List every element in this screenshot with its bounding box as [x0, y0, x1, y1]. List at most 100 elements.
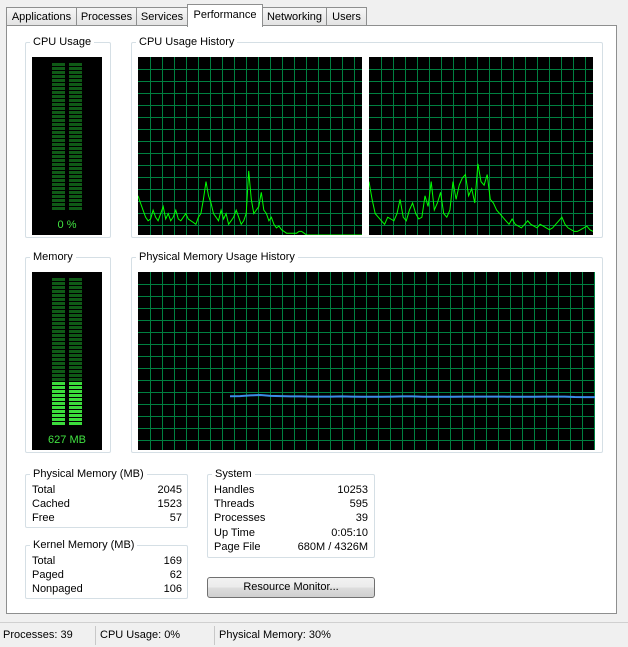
stat-value: 39 — [355, 512, 368, 524]
tab-performance[interactable]: Performance — [187, 4, 263, 27]
meter-segment-dim — [69, 75, 82, 78]
meter-segment-dim — [52, 195, 65, 198]
meter-segment-dim — [52, 310, 65, 313]
meter-segment-dim — [52, 175, 65, 178]
meter-segment-dim — [52, 139, 65, 142]
meter-segment-lit — [69, 394, 82, 397]
meter-segment-dim — [52, 99, 65, 102]
meter-segment-dim — [52, 322, 65, 325]
meter-segment-dim — [69, 370, 82, 373]
memory-history-graph — [138, 272, 595, 450]
meter-segment-dim — [69, 171, 82, 174]
meter-segment-dim — [52, 330, 65, 333]
stat-label: Free — [32, 512, 55, 524]
meter-segment-dim — [69, 147, 82, 150]
meter-segment-dim — [52, 370, 65, 373]
stat-label: Paged — [32, 569, 64, 581]
kernel-memory-nonpaged-row: Nonpaged 106 — [32, 582, 182, 596]
cpu-usage-title: CPU Usage — [30, 35, 95, 49]
meter-segment-dim — [69, 290, 82, 293]
meter-segment-dim — [69, 310, 82, 313]
meter-segment-lit — [52, 398, 65, 401]
meter-segment-dim — [52, 187, 65, 190]
meter-segment-dim — [52, 123, 65, 126]
meter-segment-dim — [69, 179, 82, 182]
stat-value: 169 — [163, 555, 182, 567]
meter-segment-dim — [52, 298, 65, 301]
meter-segment-lit — [52, 418, 65, 421]
kernel-memory-title: Kernel Memory (MB) — [30, 538, 138, 552]
meter-segment-lit — [69, 386, 82, 389]
stat-label: Processes — [214, 512, 266, 524]
meter-segment-dim — [69, 306, 82, 309]
stat-label: Total — [32, 555, 56, 567]
physical-memory-free-row: Free 57 — [32, 511, 182, 525]
tab-processes[interactable]: Processes — [76, 7, 137, 25]
meter-segment-dim — [52, 203, 65, 206]
meter-segment-lit — [69, 410, 82, 413]
cpu-history-graph-core1 — [138, 57, 362, 235]
meter-segment-dim — [69, 127, 82, 130]
stat-label: Handles — [214, 484, 255, 496]
meter-segment-dim — [69, 358, 82, 361]
tab-applications[interactable]: Applications — [6, 7, 77, 25]
meter-segment-dim — [69, 207, 82, 210]
meter-segment-dim — [52, 83, 65, 86]
meter-segment-dim — [69, 286, 82, 289]
meter-segment-dim — [52, 115, 65, 118]
meter-segment-dim — [69, 294, 82, 297]
meter-segment-dim — [52, 378, 65, 381]
meter-segment-dim — [52, 135, 65, 138]
meter-segment-dim — [52, 87, 65, 90]
meter-segment-dim — [69, 278, 82, 281]
resource-monitor-button[interactable]: Resource Monitor... — [207, 577, 375, 598]
meter-segment-dim — [52, 143, 65, 146]
meter-segment-dim — [69, 155, 82, 158]
meter-segment-dim — [52, 131, 65, 134]
physical-memory-group: Physical Memory (MB) Total 2045 Cached 1… — [25, 467, 188, 528]
meter-segment-dim — [69, 378, 82, 381]
meter-segment-dim — [69, 131, 82, 134]
meter-segment-dim — [69, 191, 82, 194]
meter-segment-dim — [52, 306, 65, 309]
meter-segment-dim — [52, 290, 65, 293]
system-handles-row: Handles 10253 — [214, 483, 368, 497]
meter-segment-dim — [69, 282, 82, 285]
stat-value: 2045 — [157, 484, 182, 496]
meter-segment-dim — [69, 183, 82, 186]
meter-segment-dim — [69, 115, 82, 118]
status-bar: Processes: 39 CPU Usage: 0% Physical Mem… — [0, 622, 628, 647]
meter-segment-dim — [52, 147, 65, 150]
meter-segment-lit — [52, 414, 65, 417]
tab-services[interactable]: Services — [136, 7, 188, 25]
tab-networking[interactable]: Networking — [262, 7, 327, 25]
meter-segment-dim — [69, 71, 82, 74]
meter-segment-dim — [69, 63, 82, 66]
meter-segment-dim — [52, 207, 65, 210]
meter-segment-dim — [69, 366, 82, 369]
meter-segment-dim — [52, 179, 65, 182]
stat-value: 106 — [163, 583, 182, 595]
meter-segment-dim — [52, 294, 65, 297]
meter-segment-dim — [69, 79, 82, 82]
meter-segment-dim — [52, 159, 65, 162]
physical-memory-title: Physical Memory (MB) — [30, 467, 147, 481]
meter-segment-dim — [52, 95, 65, 98]
meter-segment-dim — [52, 67, 65, 70]
memory-usage-line — [229, 393, 595, 399]
meter-segment-dim — [69, 159, 82, 162]
meter-segment-lit — [69, 402, 82, 405]
meter-segment-dim — [52, 199, 65, 202]
meter-segment-lit — [69, 382, 82, 385]
physical-memory-total-row: Total 2045 — [32, 483, 182, 497]
meter-segment-lit — [69, 398, 82, 401]
meter-segment-lit — [69, 390, 82, 393]
stat-value: 1523 — [157, 498, 182, 510]
meter-segment-dim — [69, 318, 82, 321]
meter-segment-dim — [69, 362, 82, 365]
tab-users[interactable]: Users — [326, 7, 367, 25]
meter-segment-dim — [69, 151, 82, 154]
meter-segment-dim — [52, 75, 65, 78]
meter-segment-dim — [52, 346, 65, 349]
meter-segment-dim — [52, 171, 65, 174]
